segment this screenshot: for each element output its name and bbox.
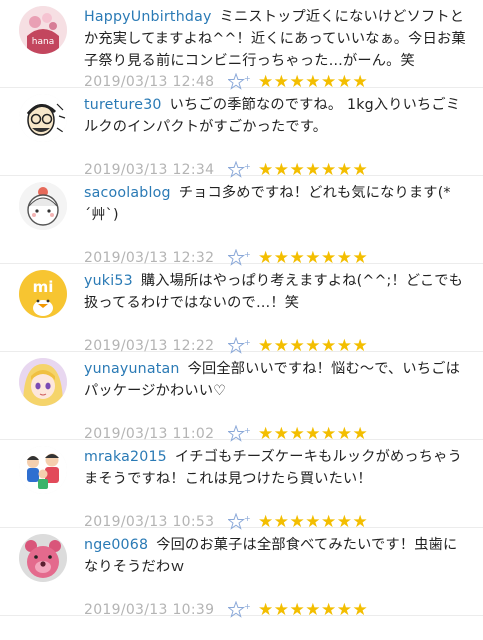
star-rating: ★★★★★★★ [258, 600, 369, 620]
comment-text: 購入場所はやっぱり考えますよね(^^;！どこでも扱ってるわけではないので…！笑 [84, 273, 464, 311]
glasses-man-icon[interactable] [19, 94, 67, 142]
comment-text-block: HappyUnbirthday ミニストップ近くにないけどソフトとか充実してますよ… [84, 6, 468, 72]
comment-item: tureture30 いちごの季節なのですね。 1kg入りいちごミルクのインパクト… [0, 88, 483, 179]
comment-text-block: yunayunatan 今回全部いいですね！悩む～で、いちごはパッケージかわいい♡ [84, 358, 468, 402]
comment-text-block: yuki53 購入場所はやっぱり考えますよね(^^;！どこでも扱ってるわけではない… [84, 270, 468, 314]
comment-date: 2019/03/13 10:39 [84, 602, 215, 618]
comment-item: nge0068 今回のお菓子は全部食べてみたいです！虫歯になりそうだわｗ 2019… [0, 528, 483, 620]
yellow-duck-icon[interactable]: mi [19, 270, 67, 318]
svg-text:+: + [244, 426, 250, 435]
username-link[interactable]: nge0068 [84, 537, 148, 553]
comment-text-block: sacoolablog チョコ多めですね！どれも気になります(*´艸`) [84, 182, 468, 226]
family-icon[interactable] [19, 446, 67, 494]
svg-text:+: + [244, 602, 250, 611]
anime-girl-icon[interactable] [19, 358, 67, 406]
comment-text-block: nge0068 今回のお菓子は全部食べてみたいです！虫歯になりそうだわｗ [84, 534, 468, 578]
username-link[interactable]: tureture30 [84, 97, 162, 113]
avatar-label: hana [32, 37, 54, 47]
girl-face-icon[interactable] [19, 182, 67, 230]
comment-text-block: tureture30 いちごの季節なのですね。 1kg入りいちごミルクのインパクト… [84, 94, 468, 138]
svg-text:+: + [244, 338, 250, 347]
avatar-label: mi [33, 278, 54, 296]
username-link[interactable]: mraka2015 [84, 449, 167, 465]
pink-bear-icon[interactable] [19, 534, 67, 582]
comment-item: yunayunatan 今回全部いいですね！悩む～で、いちごはパッケージかわいい♡… [0, 352, 483, 443]
username-link[interactable]: yunayunatan [84, 361, 180, 377]
comment-item: hana HappyUnbirthday ミニストップ近くにないけどソフトとか充実… [0, 0, 483, 91]
comment-list: hana HappyUnbirthday ミニストップ近くにないけどソフトとか充実… [0, 0, 483, 620]
svg-text:+: + [244, 162, 250, 171]
svg-text:+: + [244, 74, 250, 83]
comment-item: mi yuki53 購入場所はやっぱり考えますよね(^^;！どこでも扱ってるわけで… [0, 264, 483, 355]
username-link[interactable]: HappyUnbirthday [84, 9, 212, 25]
username-link[interactable]: sacoolablog [84, 185, 171, 201]
comment-item: mraka2015 イチゴもチーズケーキもルックがめっちゃうまそうですね！これは見… [0, 440, 483, 531]
star-add-icon[interactable]: + [228, 601, 250, 619]
comment-item: sacoolablog チョコ多めですね！どれも気になります(*´艸`) 2019… [0, 176, 483, 267]
comment-text-block: mraka2015 イチゴもチーズケーキもルックがめっちゃうまそうですね！これは見… [84, 446, 468, 490]
svg-text:+: + [244, 514, 250, 523]
svg-text:+: + [244, 250, 250, 259]
hana-cupcake-icon[interactable]: hana [19, 6, 67, 54]
username-link[interactable]: yuki53 [84, 273, 133, 289]
